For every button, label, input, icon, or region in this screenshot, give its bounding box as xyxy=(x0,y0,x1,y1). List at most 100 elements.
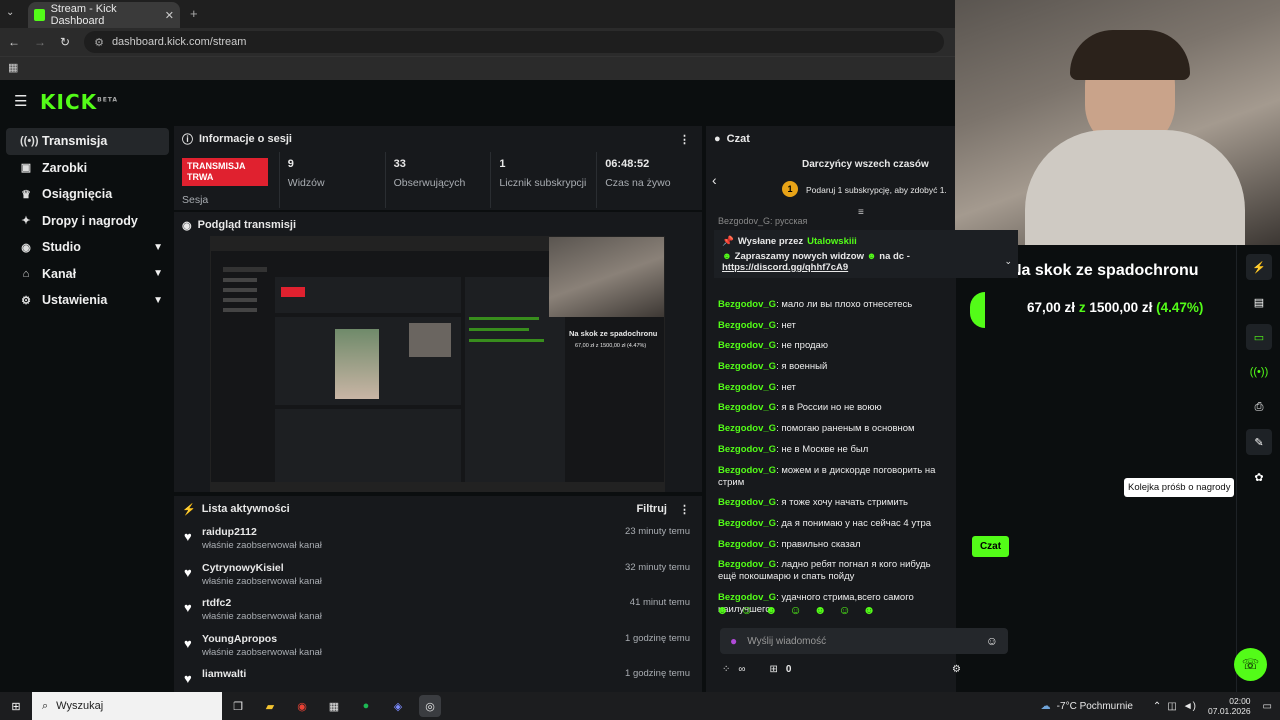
heart-icon: ♥ xyxy=(184,635,192,651)
emote-icon[interactable]: ☺ xyxy=(838,603,850,617)
more-options-icon[interactable]: ⋮ xyxy=(679,503,690,516)
notifications-icon[interactable]: ▭ xyxy=(1263,701,1272,712)
chat-username[interactable]: Bezgodov_G xyxy=(718,423,776,434)
chat-username[interactable]: Bezgodov_G xyxy=(718,592,776,603)
rewards-icon[interactable]: ✿ xyxy=(1246,464,1272,490)
emote-icon[interactable]: ☻ xyxy=(716,603,729,617)
stat-live-time: 06:48:52 Czas na żywo xyxy=(596,152,702,208)
chat-send-button[interactable]: Czat xyxy=(972,536,1009,557)
pinned-message[interactable]: 📌 Wysłane przez Utalowskiii ☻ Zapraszamy… xyxy=(714,230,1018,278)
chevron-down-icon[interactable]: ⌄ xyxy=(1004,256,1012,267)
task-view-icon[interactable]: ❐ xyxy=(227,695,249,717)
activity-user[interactable]: liamwalti xyxy=(202,668,246,680)
chat-username[interactable]: Bezgodov_G xyxy=(718,465,776,476)
back-icon[interactable]: ← xyxy=(8,35,20,49)
filter-button[interactable]: Filtruj xyxy=(636,503,667,515)
emote-icon[interactable]: ☺ xyxy=(790,603,802,617)
tab-search-chevron-icon[interactable]: ⌄ xyxy=(6,7,14,18)
chat-username[interactable]: Bezgodov_G xyxy=(718,539,776,550)
goal-z: z xyxy=(1078,300,1086,315)
network-icon[interactable]: ◫ xyxy=(1167,701,1176,712)
chat-username[interactable]: Bezgodov_G xyxy=(718,361,776,372)
preview-header: ◉ Podgląd transmisji xyxy=(174,212,702,238)
emote-icon[interactable]: ☻ xyxy=(765,603,778,617)
chat-settings-icon[interactable]: ⚙ xyxy=(952,664,961,675)
activity-user[interactable]: CytrynowyKisiel xyxy=(202,562,322,574)
sidebar-item-transmisja[interactable]: ((•)) Transmisja xyxy=(6,128,169,155)
notes-icon[interactable]: ▤ xyxy=(1246,289,1272,315)
emote-icon[interactable]: ☺ xyxy=(741,603,753,617)
file-explorer-icon[interactable]: ▰ xyxy=(259,695,281,717)
activity-user[interactable]: YoungApropos xyxy=(202,633,322,645)
sidebar-item-zarobki[interactable]: ▣ Zarobki xyxy=(6,155,169,182)
windows-taskbar: ⊞ ⌕ Wyszukaj ❐ ▰ ◉ ▦ ● ◈ ◎ ☁ -7°C Pochmu… xyxy=(0,692,1280,720)
chat-username[interactable]: Bezgodov_G xyxy=(718,299,776,310)
chat-username[interactable]: Bezgodov_G xyxy=(718,444,776,455)
spotify-icon[interactable]: ● xyxy=(355,695,377,717)
apps-grid-icon[interactable]: ▦ xyxy=(8,61,18,74)
url-field[interactable]: ⚙ dashboard.kick.com/stream xyxy=(84,31,945,53)
pinned-link[interactable]: https://discord.gg/qhhf7cA9 xyxy=(722,262,1010,273)
chat-username[interactable]: Bezgodov_G xyxy=(718,402,776,413)
support-chat-icon[interactable]: ☏ xyxy=(1234,648,1267,681)
menu-icon[interactable]: ☰ xyxy=(14,92,27,110)
collapse-icon[interactable]: ≡ xyxy=(858,207,864,218)
forward-icon[interactable]: → xyxy=(34,35,46,49)
chat-input[interactable]: ● Wyślij wiadomość ☺ xyxy=(720,628,1008,654)
back-arrow-icon[interactable]: ‹ xyxy=(712,172,717,188)
preview-mini-preview xyxy=(275,317,461,405)
chat-username[interactable]: Bezgodov_G xyxy=(718,320,776,331)
site-info-icon[interactable]: ⚙ xyxy=(94,36,104,49)
chat-username[interactable]: Bezgodov_G xyxy=(718,340,776,351)
points-icon[interactable]: ⁘ xyxy=(722,664,730,675)
chevron-down-icon: ▼ xyxy=(153,241,163,253)
sidebar-item-dropy[interactable]: ✦ Dropy i nagrody xyxy=(6,208,169,235)
chat-message: Bezgodov_G: я тоже хочу начать стримить xyxy=(718,497,908,509)
gift-icon[interactable]: ⊞ xyxy=(770,664,778,675)
chat-message: Bezgodov_G: помогаю раненым в основном xyxy=(718,423,915,435)
mic-icon[interactable]: ● xyxy=(730,634,737,648)
more-options-icon[interactable]: ⋮ xyxy=(679,133,690,146)
volume-icon[interactable]: ◄) xyxy=(1183,701,1196,712)
sidebar-item-studio[interactable]: ◉ Studio ▼ xyxy=(6,234,169,261)
chat-username[interactable]: Bezgodov_G xyxy=(718,497,776,508)
stream-preview-video[interactable]: Na skok ze spadochronu 67,00 zł z 1500,0… xyxy=(210,236,665,492)
emoji-picker-icon[interactable]: ☺ xyxy=(986,634,998,648)
emote-icon[interactable]: ☻ xyxy=(814,603,827,617)
obs-icon[interactable]: ◎ xyxy=(419,695,441,717)
kick-logo[interactable]: KICKBETA xyxy=(40,90,118,114)
chat-icon[interactable]: ▭ xyxy=(1246,324,1272,350)
activity-user[interactable]: raidup2112 xyxy=(202,526,322,538)
chat-username[interactable]: Bezgodov_G xyxy=(718,559,776,570)
quick-action-lightning-icon[interactable]: ⚡ xyxy=(1246,254,1272,280)
new-tab-icon[interactable]: + xyxy=(190,6,198,21)
activity-user[interactable]: rtdfc2 xyxy=(202,597,322,609)
sidebar-item-kanal[interactable]: ⌂ Kanał ▼ xyxy=(6,261,169,288)
windows-start-icon[interactable]: ⊞ xyxy=(5,695,27,717)
close-tab-icon[interactable]: ✕ xyxy=(165,9,174,22)
preview-mini-webcam xyxy=(409,323,451,357)
chat-text: я тоже хочу начать стримить xyxy=(781,497,908,509)
wrench-icon[interactable]: ✎ xyxy=(1246,429,1272,455)
emote-icon[interactable]: ☻ xyxy=(863,603,876,617)
sidebar-item-ustawienia[interactable]: ⚙ Ustawienia ▼ xyxy=(6,287,169,314)
browser-tab[interactable]: Stream - Kick Dashboard ✕ xyxy=(28,2,180,28)
store-icon[interactable]: ▦ xyxy=(323,695,345,717)
chat-message: Bezgodov_G: я в России но не воюю xyxy=(718,402,882,414)
tray-chevron-icon[interactable]: ⌃ xyxy=(1153,701,1161,712)
print-icon[interactable]: ⎙ xyxy=(1246,394,1272,420)
pinned-by-user[interactable]: Utalowskiii xyxy=(807,236,857,247)
taskbar-search[interactable]: ⌕ Wyszukaj xyxy=(32,692,222,720)
weather-text[interactable]: -7°C Pochmurnie xyxy=(1057,701,1133,712)
reload-icon[interactable]: ↻ xyxy=(60,35,70,49)
chat-username[interactable]: Bezgodov_G xyxy=(718,382,776,393)
preview-mini-activity xyxy=(275,409,461,489)
sidebar-item-osiagniecia[interactable]: ♛ Osiągnięcia xyxy=(6,181,169,208)
pinned-suffix: na dc - xyxy=(879,251,910,262)
clock[interactable]: 02:00 07.01.2026 xyxy=(1208,696,1251,716)
broadcast-icon[interactable]: ((•)) xyxy=(1246,359,1272,385)
discord-icon[interactable]: ◈ xyxy=(387,695,409,717)
chat-username[interactable]: Bezgodov_G xyxy=(718,518,776,529)
chrome-icon[interactable]: ◉ xyxy=(291,695,313,717)
chat-messages: Bezgodov_G: мало ли вы плохо отнесетесь … xyxy=(706,299,956,625)
